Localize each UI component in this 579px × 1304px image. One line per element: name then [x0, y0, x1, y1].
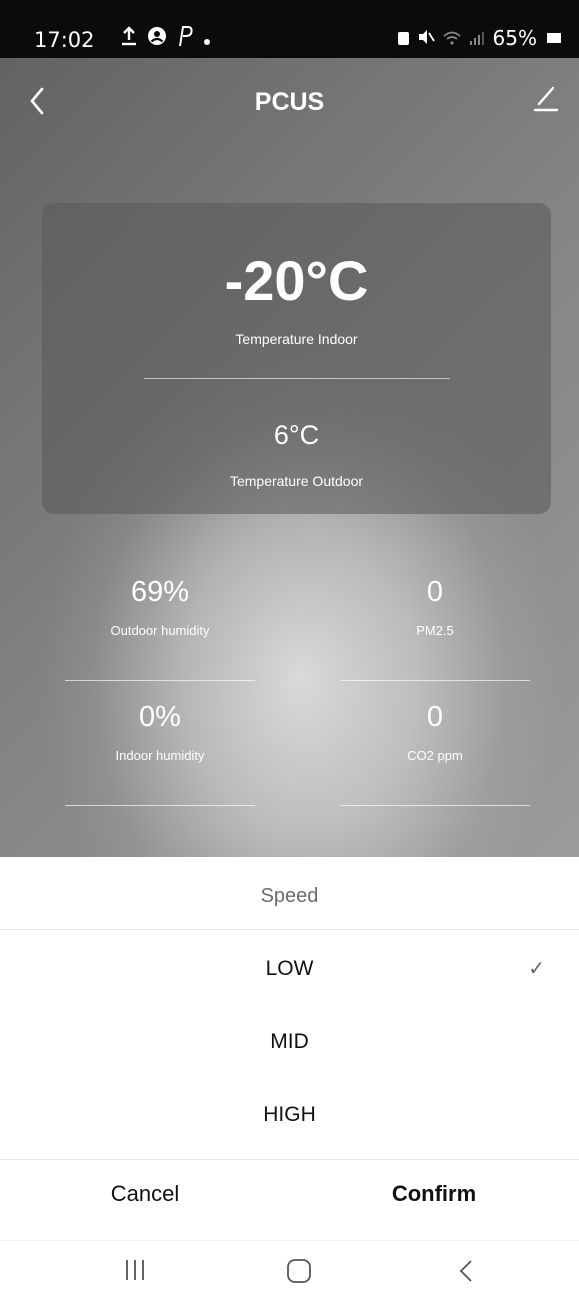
sheet-divider: [0, 929, 579, 930]
p-logo-icon: [177, 25, 193, 53]
wifi-icon: [443, 26, 461, 50]
recent-apps-icon: [126, 1260, 144, 1280]
stat-divider: [65, 805, 255, 806]
home-icon: [287, 1259, 311, 1283]
account-circle-icon: [147, 26, 167, 52]
outdoor-temperature-value: 6°C: [273, 420, 320, 450]
stat-divider: [340, 805, 530, 806]
temperature-card: -20°C Temperature Indoor 6°C Temperature…: [42, 203, 551, 514]
option-label: HIGH: [263, 1103, 316, 1126]
home-button[interactable]: [286, 1258, 312, 1284]
outdoor-humidity-label: Outdoor humidity: [110, 623, 210, 638]
outdoor-humidity-value: 69%: [130, 576, 190, 608]
cancel-button[interactable]: Cancel: [0, 1161, 290, 1227]
status-bar: 17:02 65%: [0, 0, 579, 58]
phone-screen: 17:02 65% PCUS -20°C Temperature Indoor …: [0, 0, 579, 1304]
speed-option-low[interactable]: LOW ✓: [0, 934, 579, 1004]
lock-icon: [397, 31, 409, 45]
indoor-humidity-label: Indoor humidity: [115, 748, 205, 763]
status-notification-icons: [121, 25, 211, 53]
system-nav-bar: [0, 1240, 579, 1304]
co2-label: CO2 ppm: [407, 748, 463, 763]
status-right: 65%: [397, 26, 561, 50]
outdoor-temperature-label: Temperature Outdoor: [229, 473, 364, 489]
speed-option-mid[interactable]: MID: [0, 1007, 579, 1077]
co2-value: 0: [426, 701, 444, 733]
speed-option-high[interactable]: HIGH: [0, 1080, 579, 1150]
back-icon: [459, 1260, 472, 1282]
pencil-icon: [533, 86, 559, 112]
signal-icon: [469, 26, 485, 50]
indoor-humidity-value: 0%: [139, 701, 181, 733]
speed-picker-sheet: Speed LOW ✓ MID HIGH Cancel Confirm: [0, 857, 579, 1240]
stat-divider: [65, 680, 255, 681]
page-title: PCUS: [254, 88, 325, 116]
confirm-button[interactable]: Confirm: [289, 1161, 579, 1227]
option-label: MID: [270, 1030, 309, 1053]
system-back-button[interactable]: [456, 1258, 476, 1284]
stat-outdoor-humidity: 69% Outdoor humidity: [65, 576, 255, 681]
sheet-divider: [0, 1159, 579, 1160]
device-panel: PCUS -20°C Temperature Indoor 6°C Temper…: [0, 58, 579, 857]
stat-indoor-humidity: 0% Indoor humidity: [65, 701, 255, 806]
status-time: 17:02: [34, 28, 95, 52]
stat-divider: [340, 680, 530, 681]
indoor-temperature-value: -20°C: [224, 249, 369, 312]
battery-icon: [547, 33, 561, 43]
recent-apps-button[interactable]: [124, 1257, 146, 1283]
upload-icon: [121, 26, 137, 52]
stat-pm25: 0 PM2.5: [340, 576, 530, 681]
pm25-label: PM2.5: [416, 623, 454, 638]
card-divider: [144, 378, 450, 379]
edit-button[interactable]: [529, 82, 561, 116]
option-label: LOW: [265, 957, 314, 980]
battery-percent: 65%: [492, 26, 537, 50]
pm25-value: 0: [426, 576, 444, 608]
dot-icon: [203, 27, 211, 52]
check-icon: ✓: [528, 958, 545, 980]
mute-icon: [417, 26, 435, 50]
sheet-title: Speed: [260, 885, 319, 907]
stat-co2: 0 CO2 ppm: [340, 701, 530, 806]
indoor-temperature-label: Temperature Indoor: [235, 331, 358, 347]
